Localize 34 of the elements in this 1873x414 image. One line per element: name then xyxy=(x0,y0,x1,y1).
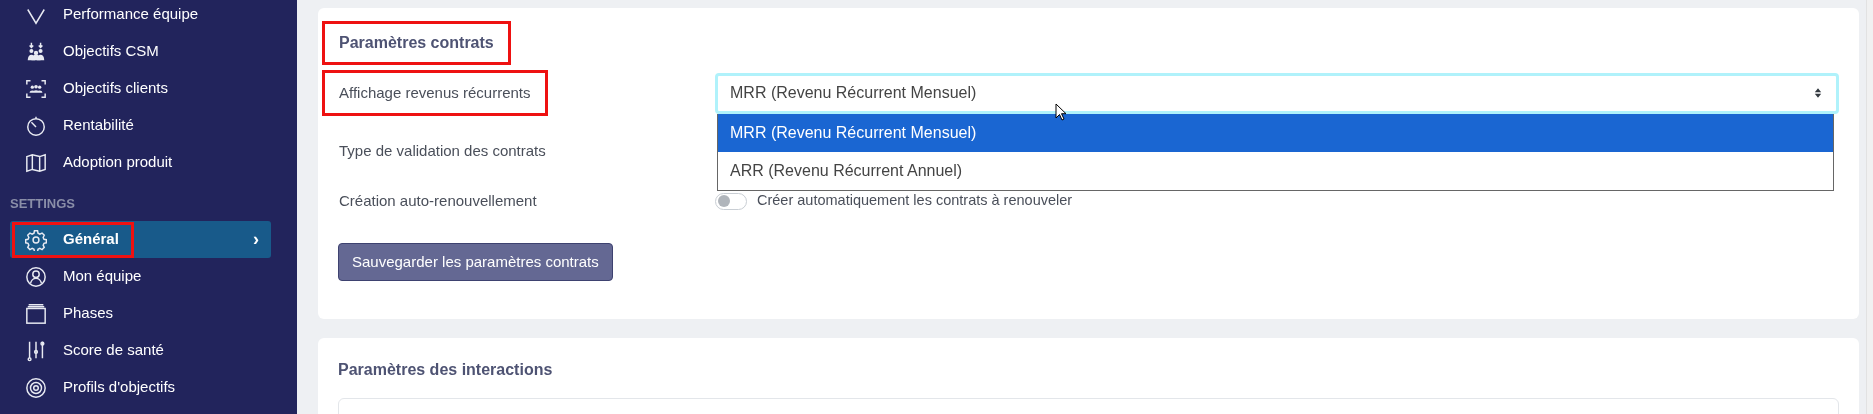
group-icon xyxy=(25,77,47,100)
sidebar-item[interactable]: Profils d'objectifs xyxy=(10,369,271,406)
sort-arrows-icon xyxy=(1814,87,1822,99)
sidebar-item[interactable]: Objectifs clients xyxy=(10,70,271,107)
card-title: Paramètres des interactions xyxy=(338,360,554,380)
sidebar-item[interactable]: Adoption produit xyxy=(10,144,271,181)
group-icon xyxy=(25,40,47,63)
map-icon xyxy=(25,151,47,174)
sidebar-item[interactable]: Mon équipe xyxy=(10,258,271,295)
field-label: Affichage revenus récurrents xyxy=(322,69,548,117)
sidebar-item[interactable]: Performance équipe xyxy=(10,0,271,33)
toggle-switch[interactable] xyxy=(715,192,747,210)
sliders-icon xyxy=(25,339,47,362)
sidebar-item[interactable]: Rentabilité xyxy=(10,107,271,144)
save-button[interactable]: Sauvegarder les paramètres contrats xyxy=(338,243,613,281)
select-field[interactable]: MRR (Revenu Récurrent Mensuel) xyxy=(715,72,1839,114)
dropdown-option[interactable]: ARR (Revenu Récurrent Annuel) xyxy=(718,151,1833,190)
cursor-icon xyxy=(1055,102,1067,121)
dropdown-option[interactable]: MRR (Revenu Récurrent Mensuel) xyxy=(718,113,1833,152)
field-label: Création auto-renouvellement xyxy=(338,190,538,211)
card-title: Paramètres contrats xyxy=(322,21,511,65)
settings-icon xyxy=(25,228,47,251)
chevron-icon: › xyxy=(253,226,259,253)
field-label: Type de validation des contrats xyxy=(338,140,547,161)
gauge-icon xyxy=(25,114,47,137)
sidebar-item[interactable]: Objectifs CSM xyxy=(10,33,271,70)
sidebar-item[interactable]: Phases xyxy=(10,295,271,332)
window-icon xyxy=(25,302,47,325)
sidebar-item[interactable]: Score de santé xyxy=(10,332,271,369)
target-icon xyxy=(25,376,47,399)
user-icon xyxy=(25,265,47,288)
toggle-label: Créer automatiquement les contrats à renouveler xyxy=(757,191,1073,211)
section-heading: SETTINGS xyxy=(10,195,76,214)
sidebar-item[interactable]: Général › xyxy=(10,221,271,258)
